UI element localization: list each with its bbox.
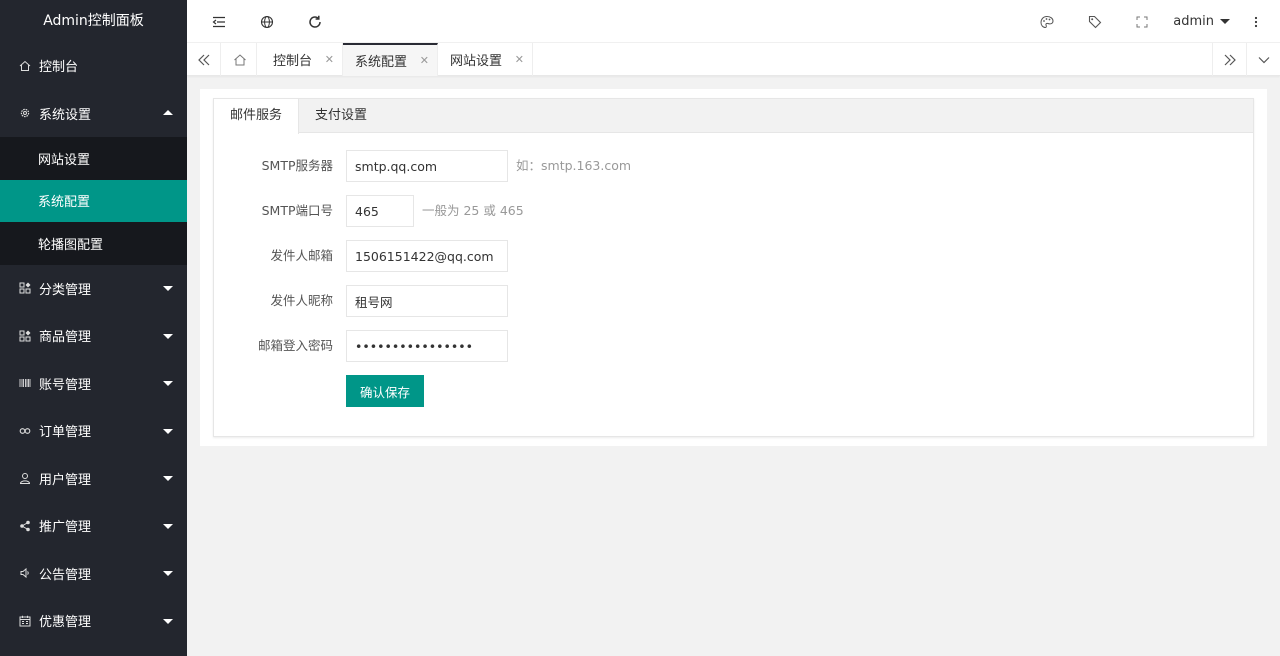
sidebar-item-notices[interactable]: 公告管理 [0,550,187,598]
caret-down-icon [1220,19,1230,24]
user-icon [18,471,32,485]
tag-icon[interactable] [1080,0,1110,43]
tabs-scroll-right-icon[interactable] [1212,43,1246,76]
tab-dashboard[interactable]: 控制台 ✕ [261,43,343,76]
speaker-icon [18,566,32,580]
tab-system-config[interactable]: 系统配置 ✕ [343,43,438,76]
smtp-server-input[interactable] [346,150,508,182]
tabs-menu-chevron-down-icon[interactable] [1246,43,1280,76]
sidebar-item-promotion[interactable]: 推广管理 [0,502,187,550]
form-row-smtp-server: SMTP服务器 如：smtp.163.com [214,150,1253,182]
smtp-port-input[interactable] [346,195,414,227]
sidebar-item-users[interactable]: 用户管理 [0,455,187,503]
caret-down-icon [163,428,173,434]
apps-icon [18,281,32,295]
sidebar-subitem-site-settings[interactable]: 网站设置 [0,137,187,180]
close-icon[interactable]: ✕ [325,53,334,66]
globe-icon[interactable] [252,0,282,43]
share-icon [18,519,32,533]
sidebar-item-products[interactable]: 商品管理 [0,312,187,360]
sidebar-subitem-carousel-config[interactable]: 轮播图配置 [0,222,187,265]
caret-down-icon [163,571,173,577]
save-button[interactable]: 确认保存 [346,375,424,407]
home-tab-icon[interactable] [223,43,257,76]
top-header: admin [187,0,1280,43]
home-icon [18,59,32,73]
caret-down-icon [163,476,173,482]
caret-down-icon [163,333,173,339]
more-icon[interactable] [1241,0,1271,43]
sidebar-item-label: 用户管理 [39,472,92,488]
sidebar-item-label: 分类管理 [39,282,92,298]
content-area: 邮件服务 支付设置 SMTP服务器 如：smtp.163.com SMTP端口号… [200,89,1267,446]
sidebar-item-orders[interactable]: 订单管理 [0,407,187,455]
close-icon[interactable]: ✕ [515,53,524,66]
smtp-port-tip: 一般为 25 或 465 [422,203,524,218]
tab-payment-settings[interactable]: 支付设置 [299,99,383,133]
form-row-sender-email: 发件人邮箱 [214,240,1253,272]
sidebar-item-label: 控制台 [39,60,79,76]
sidebar-item-discounts[interactable]: 优惠管理 [0,597,187,645]
apps-icon [18,329,32,343]
card-tabs: 邮件服务 支付设置 [214,99,1253,134]
settings-card: 邮件服务 支付设置 SMTP服务器 如：smtp.163.com SMTP端口号… [213,98,1254,437]
caret-down-icon [163,618,173,624]
form-row-sender-name: 发件人昵称 [214,285,1253,317]
sidebar-item-label: 账号管理 [39,377,92,393]
link-icon [18,424,32,438]
sidebar-item-accounts[interactable]: 账号管理 [0,360,187,408]
smtp-server-tip: 如：smtp.163.com [516,158,632,173]
sidebar-item-label: 商品管理 [39,330,92,346]
sender-email-input[interactable] [346,240,508,272]
caret-down-icon [163,523,173,529]
user-menu[interactable]: admin [1173,0,1230,43]
fullscreen-icon[interactable] [1127,0,1157,43]
sender-name-label: 发件人昵称 [270,293,333,308]
sidebar-item-label: 推广管理 [39,520,92,536]
sidebar: Admin控制面板 控制台 系统设置 网站设置 系统配置 轮播图配置 分类管理 … [0,0,187,656]
tab-site-settings[interactable]: 网站设置 ✕ [438,43,533,76]
close-icon[interactable]: ✕ [420,54,429,67]
smtp-port-label: SMTP端口号 [261,203,333,218]
smtp-server-label: SMTP服务器 [261,158,333,173]
caret-down-icon [163,381,173,387]
page-tabs-bar: 控制台 ✕ 系统配置 ✕ 网站设置 ✕ [187,43,1280,76]
submenu-system-settings: 网站设置 系统配置 轮播图配置 [0,137,187,265]
tab-label: 控制台 [273,54,313,69]
password-label: 邮箱登入密码 [257,338,333,353]
gear-icon [18,106,32,120]
sidebar-subitem-system-config[interactable]: 系统配置 [0,179,187,222]
refresh-icon[interactable] [300,0,330,43]
form-row-smtp-port: SMTP端口号 一般为 25 或 465 [214,195,1253,227]
tabs-scroll-left-icon[interactable] [187,43,221,76]
sidebar-item-system-settings[interactable]: 系统设置 [0,90,187,138]
barcode-icon [18,376,32,390]
sidebar-item-label: 优惠管理 [39,615,92,631]
sidebar-item-label: 系统设置 [39,107,92,123]
tab-label: 系统配置 [355,55,408,70]
tab-label: 网站设置 [450,54,503,69]
sidebar-item-category[interactable]: 分类管理 [0,265,187,313]
calendar-icon [18,614,32,628]
shrink-menu-icon[interactable] [204,0,234,43]
app-logo: Admin控制面板 [43,13,144,29]
username: admin [1173,14,1214,29]
sidebar-item-label: 订单管理 [39,425,92,441]
caret-up-icon [163,110,173,116]
form-row-password: 邮箱登入密码 [214,330,1253,362]
tab-mail-service[interactable]: 邮件服务 [214,99,300,134]
sidebar-item-dashboard[interactable]: 控制台 [0,42,187,90]
sender-email-label: 发件人邮箱 [270,248,333,263]
theme-icon[interactable] [1032,0,1062,43]
password-input[interactable] [346,330,508,362]
sender-name-input[interactable] [346,285,508,317]
sidebar-item-label: 公告管理 [39,567,92,583]
caret-down-icon [163,286,173,292]
